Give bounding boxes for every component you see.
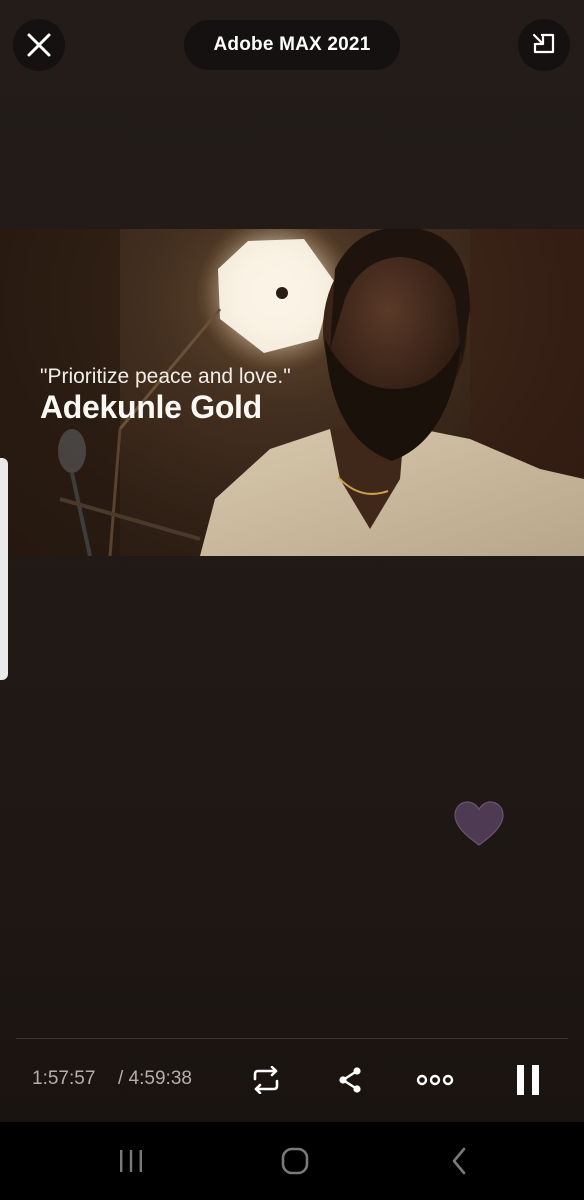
repeat-icon bbox=[253, 1066, 279, 1094]
video-frame[interactable]: "Prioritize peace and love." Adekunle Go… bbox=[0, 229, 584, 556]
system-navigation-bar bbox=[0, 1122, 584, 1200]
back-button[interactable] bbox=[436, 1144, 482, 1178]
close-button[interactable] bbox=[13, 19, 65, 71]
heart-icon[interactable] bbox=[452, 800, 506, 848]
home-icon bbox=[281, 1147, 309, 1175]
more-options-button[interactable] bbox=[414, 1064, 456, 1096]
side-panel-handle[interactable] bbox=[0, 458, 8, 680]
repeat-button[interactable] bbox=[248, 1062, 284, 1098]
pause-icon bbox=[517, 1065, 539, 1095]
recent-apps-button[interactable] bbox=[108, 1144, 154, 1178]
total-time: / 4:59:38 bbox=[118, 1068, 192, 1089]
picture-in-picture-button[interactable] bbox=[518, 19, 570, 71]
pause-button[interactable] bbox=[508, 1062, 548, 1098]
home-button[interactable] bbox=[272, 1144, 318, 1178]
controls-divider bbox=[16, 1038, 568, 1039]
more-icon bbox=[416, 1074, 454, 1086]
back-icon bbox=[452, 1147, 466, 1175]
share-button[interactable] bbox=[332, 1062, 368, 1098]
picture-in-picture-icon bbox=[532, 33, 555, 54]
video-title: Adobe MAX 2021 bbox=[184, 20, 400, 70]
close-icon bbox=[27, 33, 51, 57]
current-time: 1:57:57 bbox=[32, 1068, 96, 1089]
player-background bbox=[0, 0, 584, 1122]
recent-apps-icon bbox=[120, 1150, 142, 1172]
video-speaker-caption: Adekunle Gold bbox=[40, 389, 262, 425]
share-icon bbox=[339, 1067, 361, 1093]
video-quote-caption: "Prioritize peace and love." bbox=[40, 365, 291, 388]
